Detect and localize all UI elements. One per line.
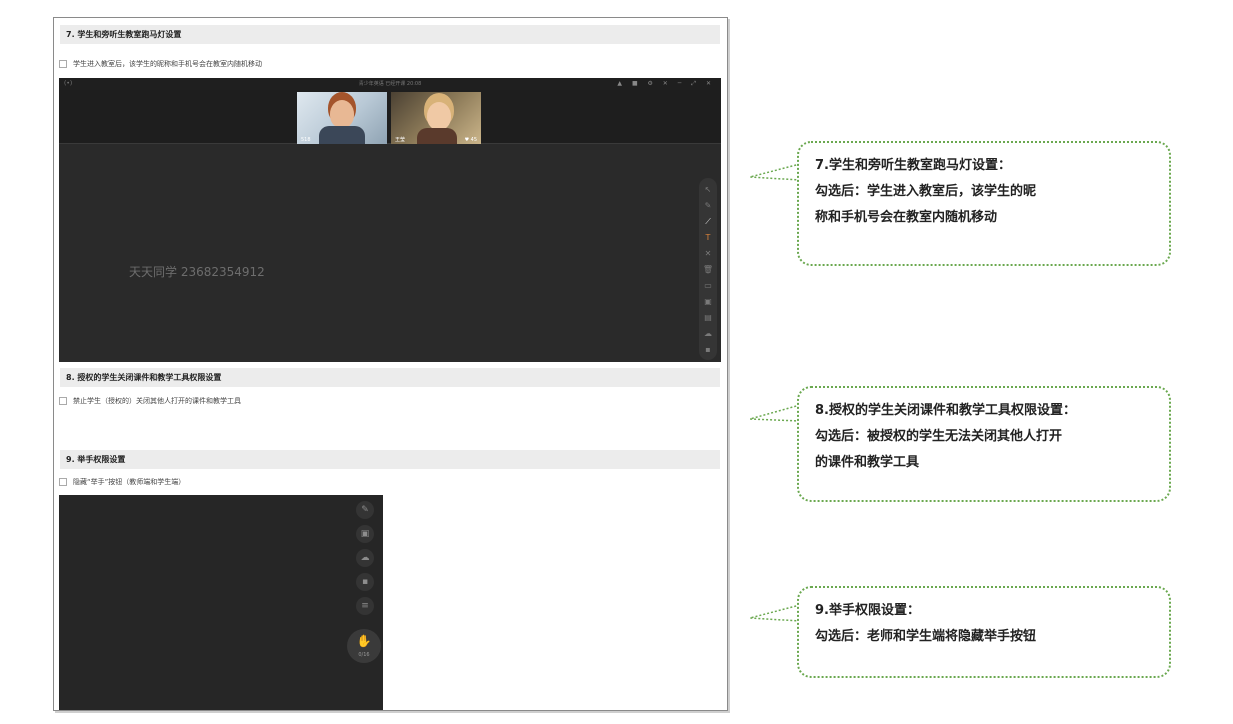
screen-tool-icon[interactable]: ▭ bbox=[704, 280, 712, 291]
hand-raise-preview: ✎ ▣ ☁ ▪ ≡ ✋ 0/16 bbox=[59, 495, 383, 710]
raise-hand-button[interactable]: ✋ 0/16 bbox=[347, 629, 381, 663]
teacher-label: 518 bbox=[301, 137, 311, 143]
pen-tool-icon[interactable]: ✎ bbox=[705, 200, 712, 211]
section-7-option-label: 学生进入教室后，该学生的昵称和手机号会在教室内随机移动 bbox=[73, 60, 262, 68]
chat-icon[interactable]: ▪ bbox=[705, 344, 710, 355]
toolbox-icon[interactable]: ▣ bbox=[356, 525, 374, 543]
classroom-toolbar: ↖ ✎ ⟋ T ✕ 🗑 ▭ ▣ ▤ ☁ ▪ bbox=[699, 178, 717, 360]
raise-hand-count: 0/16 bbox=[358, 652, 370, 658]
callout-7-pointer bbox=[749, 163, 801, 181]
chat-icon[interactable]: ▪ bbox=[356, 573, 374, 591]
line-tool-icon[interactable]: ⟋ bbox=[705, 216, 711, 227]
student-video: 王莹 ♥ 45 bbox=[391, 92, 481, 144]
callout-8-line-3: 的课件和教学工具 bbox=[815, 455, 920, 470]
section-9-option-label: 隐藏“举手”按钮（教师端和学生端） bbox=[73, 478, 186, 486]
text-tool-icon[interactable]: T bbox=[706, 232, 711, 243]
callout-9-line-1: 9.举手权限设置： bbox=[815, 603, 920, 618]
users-icon[interactable]: ≡ bbox=[356, 597, 374, 615]
close-courseware-checkbox[interactable] bbox=[59, 397, 67, 405]
section-8-heading: 8. 授权的学生关闭课件和教学工具权限设置 bbox=[60, 368, 720, 387]
teacher-face bbox=[330, 100, 354, 128]
window-controls[interactable]: ▲ ■ ⚙ ✕ ─ ⤢ ✕ bbox=[617, 78, 715, 90]
callout-section-7: 7.学生和旁听生教室跑马灯设置： 勾选后：学生进入教室后，该学生的昵 称和手机号… bbox=[797, 141, 1171, 266]
callout-9-pointer bbox=[749, 604, 801, 622]
pointer-tool-icon[interactable]: ↖ bbox=[705, 184, 712, 195]
edit-tool-icon[interactable]: ▣ bbox=[704, 296, 712, 307]
callout-8-pointer bbox=[749, 404, 801, 422]
video-strip: 518 王莹 ♥ 45 bbox=[59, 90, 721, 144]
section-7-option[interactable]: 学生进入教室后，该学生的昵称和手机号会在教室内随机移动 bbox=[59, 59, 262, 69]
eraser-tool-icon[interactable]: ✕ bbox=[705, 248, 712, 259]
teacher-body bbox=[319, 126, 365, 144]
section-8-option[interactable]: 禁止学生（授权的）关闭其他人打开的课件和教学工具 bbox=[59, 396, 241, 406]
callout-7-line-3: 称和手机号会在教室内随机移动 bbox=[815, 210, 998, 225]
section-9-option[interactable]: 隐藏“举手”按钮（教师端和学生端） bbox=[59, 477, 185, 487]
callout-9-line-2: 勾选后：老师和学生端将隐藏举手按钮 bbox=[815, 629, 1037, 644]
teacher-video: 518 bbox=[297, 92, 387, 144]
marquee-checkbox[interactable] bbox=[59, 60, 67, 68]
cloud-icon[interactable]: ☁ bbox=[356, 549, 374, 567]
callout-7-line-1: 7.学生和旁听生教室跑马灯设置： bbox=[815, 158, 1011, 173]
classroom-preview: (•) 青少年英语 已经开课 20:08 ▲ ■ ⚙ ✕ ─ ⤢ ✕ 518 王… bbox=[59, 78, 721, 362]
student-label: 王莹 bbox=[395, 137, 406, 143]
student-trophy-badge: ♥ 45 bbox=[464, 137, 477, 143]
callout-8-line-1: 8.授权的学生关闭课件和教学工具权限设置： bbox=[815, 403, 1076, 418]
section-8-option-label: 禁止学生（授权的）关闭其他人打开的课件和教学工具 bbox=[73, 397, 241, 405]
callout-8-line-2: 勾选后：被授权的学生无法关闭其他人打开 bbox=[815, 429, 1063, 444]
edit-icon[interactable]: ✎ bbox=[356, 501, 374, 519]
settings-panel: 7. 学生和旁听生教室跑马灯设置 学生进入教室后，该学生的昵称和手机号会在教室内… bbox=[53, 17, 728, 711]
callout-section-8: 8.授权的学生关闭课件和教学工具权限设置： 勾选后：被授权的学生无法关闭其他人打… bbox=[797, 386, 1171, 502]
section-7-heading: 7. 学生和旁听生教室跑马灯设置 bbox=[60, 25, 720, 44]
callout-7-line-2: 勾选后：学生进入教室后，该学生的昵 bbox=[815, 184, 1037, 199]
hand-toolbar: ✎ ▣ ☁ ▪ ≡ bbox=[353, 501, 377, 617]
raise-hand-icon: ✋ bbox=[356, 634, 372, 648]
hide-hand-checkbox[interactable] bbox=[59, 478, 67, 486]
marquee-text: 天天同学 23682354912 bbox=[129, 265, 265, 279]
student-body bbox=[417, 128, 457, 144]
trash-tool-icon[interactable]: 🗑 bbox=[703, 264, 713, 275]
cloud-icon[interactable]: ☁ bbox=[704, 328, 712, 339]
callout-section-9: 9.举手权限设置： 勾选后：老师和学生端将隐藏举手按钮 bbox=[797, 586, 1171, 678]
section-9-heading: 9. 举手权限设置 bbox=[60, 450, 720, 469]
student-face bbox=[427, 102, 451, 130]
toolbox-icon[interactable]: ▤ bbox=[704, 312, 712, 323]
